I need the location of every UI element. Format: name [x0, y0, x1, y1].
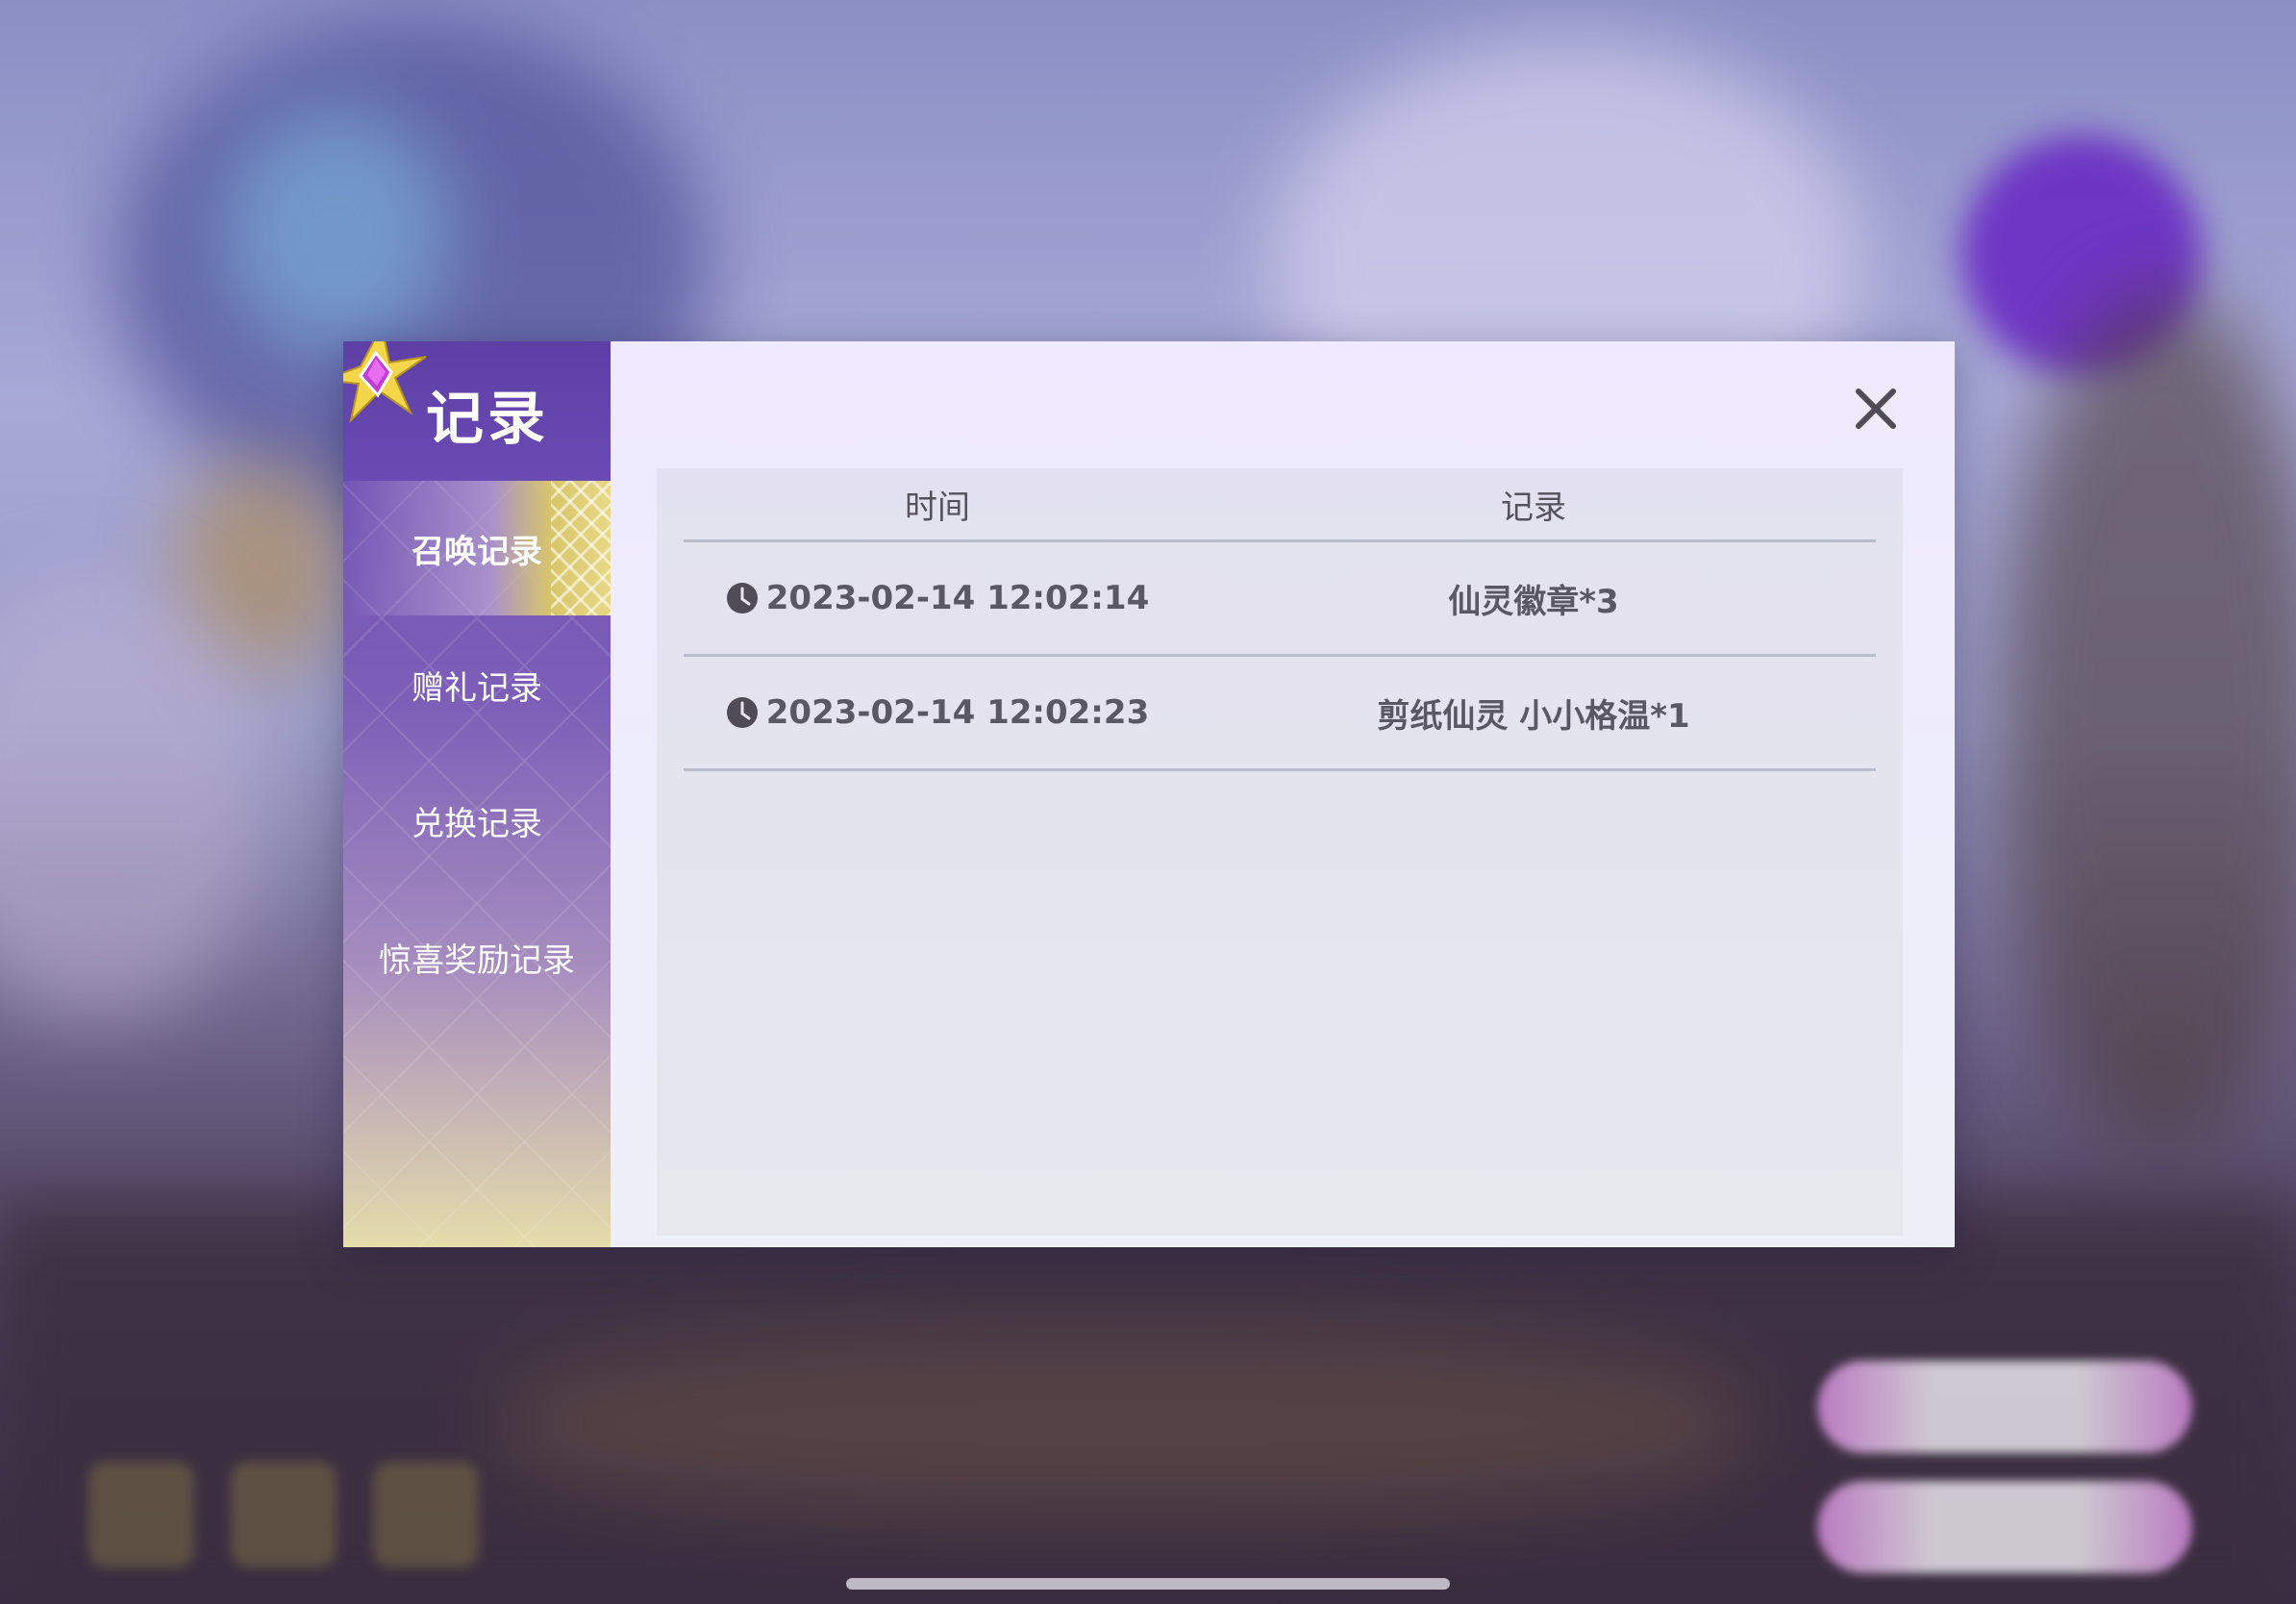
sidebar-header: 记录 — [343, 341, 611, 481]
row-time: 2023-02-14 12:02:23 — [684, 657, 1191, 768]
background-scenery — [500, 1327, 1750, 1519]
clock-icon — [726, 697, 758, 728]
records-content: 时间 记录 2023-02-14 12:02:14 仙灵徽章*3 2023-02… — [611, 341, 1955, 1247]
star-gem-icon — [343, 341, 427, 424]
row-record: 剪纸仙灵 小小格温*1 — [1377, 696, 1690, 736]
sidebar-item-label: 召唤记录 — [412, 532, 542, 571]
records-table: 时间 记录 2023-02-14 12:02:14 仙灵徽章*3 2023-02… — [657, 468, 1903, 1236]
table-row: 2023-02-14 12:02:23 剪纸仙灵 小小格温*1 — [684, 657, 1876, 771]
bottom-slot — [88, 1462, 194, 1567]
background-button — [1817, 1361, 2192, 1453]
row-record: 仙灵徽章*3 — [1448, 582, 1619, 621]
row-time-text: 2023-02-14 12:02:23 — [765, 693, 1150, 732]
game-screen: 记录 召唤记录 赠礼记录 兑换记录 惊喜奖励记录 时间 记录 2023-02-1… — [0, 0, 2296, 1604]
background-scenery — [2000, 288, 2296, 1154]
row-time-text: 2023-02-14 12:02:14 — [765, 579, 1150, 617]
close-button[interactable] — [1847, 380, 1905, 438]
dialog-title: 记录 — [426, 386, 549, 453]
column-header-record: 记录 — [1501, 488, 1566, 527]
row-time: 2023-02-14 12:02:14 — [684, 542, 1191, 654]
sidebar-item-surprise-reward-records[interactable]: 惊喜奖励记录 — [343, 890, 611, 1024]
records-dialog: 记录 召唤记录 赠礼记录 兑换记录 惊喜奖励记录 时间 记录 2023-02-1… — [343, 341, 1955, 1247]
sidebar-item-label: 兑换记录 — [412, 804, 542, 843]
background-button — [1817, 1481, 2192, 1573]
column-header-time: 时间 — [905, 488, 970, 527]
sidebar-item-summon-records[interactable]: 召唤记录 — [343, 481, 611, 615]
sidebar-item-label: 赠礼记录 — [412, 668, 542, 708]
table-header: 时间 记录 — [684, 468, 1876, 542]
bottom-slot — [373, 1462, 479, 1567]
sidebar-item-label: 惊喜奖励记录 — [379, 940, 575, 980]
table-row: 2023-02-14 12:02:14 仙灵徽章*3 — [684, 542, 1876, 657]
clock-icon — [726, 583, 758, 614]
sidebar-item-exchange-records[interactable]: 兑换记录 — [343, 753, 611, 888]
background-scenery — [221, 106, 452, 356]
close-icon — [1856, 388, 1896, 429]
home-indicator[interactable] — [846, 1578, 1450, 1590]
records-sidebar: 记录 召唤记录 赠礼记录 兑换记录 惊喜奖励记录 — [343, 341, 611, 1247]
bottom-slot — [231, 1462, 337, 1567]
sidebar-item-gift-records[interactable]: 赠礼记录 — [343, 617, 611, 752]
